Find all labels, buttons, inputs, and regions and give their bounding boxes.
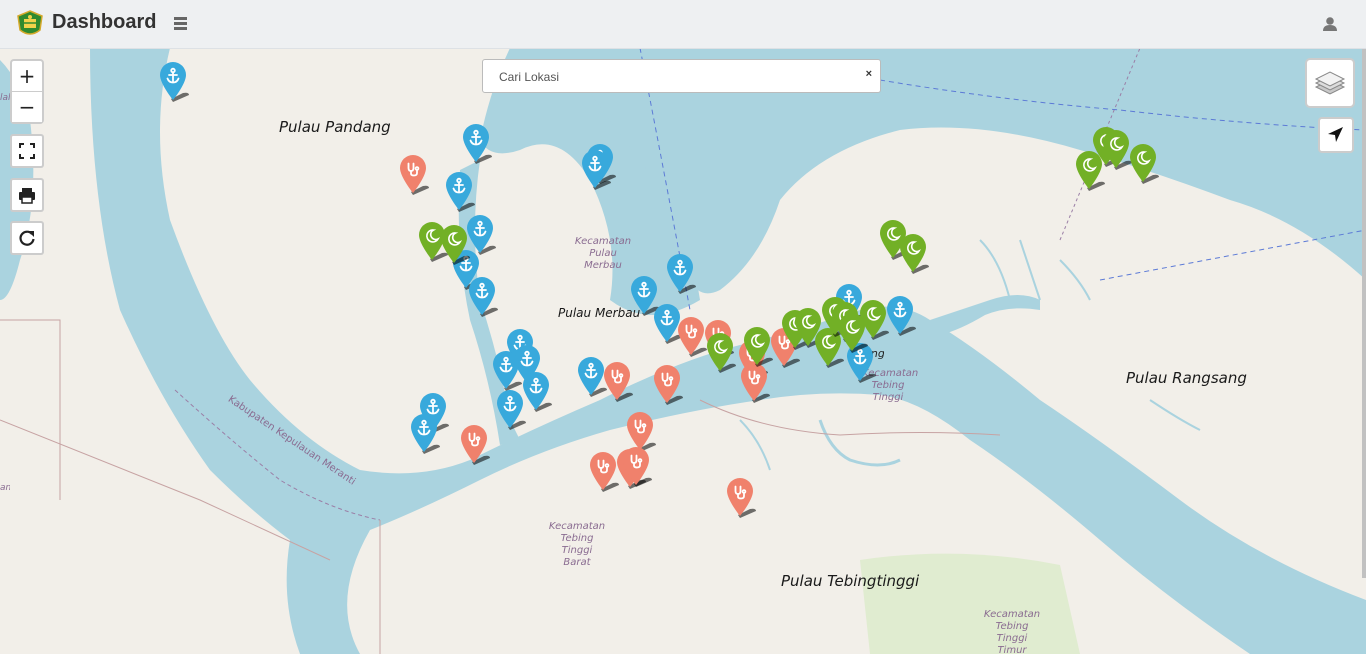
- locate-button[interactable]: [1318, 117, 1354, 153]
- top-navbar: Dashboard: [0, 0, 1366, 49]
- health-marker[interactable]: [460, 425, 490, 465]
- zoom-out-button[interactable]: −: [12, 92, 42, 122]
- zoom-control: + −: [10, 59, 44, 124]
- health-marker[interactable]: [740, 363, 770, 403]
- mosque-marker[interactable]: [706, 333, 736, 373]
- mosque-marker[interactable]: [1129, 144, 1159, 184]
- page-scrollbar[interactable]: [1362, 48, 1366, 578]
- health-marker[interactable]: [589, 452, 619, 492]
- location-arrow-icon: [1328, 127, 1343, 142]
- layers-button[interactable]: [1305, 58, 1355, 108]
- mosque-marker[interactable]: [743, 327, 773, 367]
- print-button[interactable]: [10, 178, 44, 212]
- harbor-marker[interactable]: [522, 372, 552, 412]
- map-view[interactable]: Pulau Pandang Pulau Merbau Pulau Rangsan…: [0, 48, 1366, 654]
- search-input[interactable]: [493, 62, 841, 92]
- district-label: Kecamatan Tebing Tinggi Timur: [983, 609, 1041, 654]
- refresh-button[interactable]: [10, 221, 44, 255]
- harbor-marker[interactable]: [577, 357, 607, 397]
- health-marker[interactable]: [622, 447, 652, 487]
- search-clear-button[interactable]: ×: [866, 68, 872, 80]
- regency-logo-icon[interactable]: [16, 10, 44, 38]
- harbor-marker[interactable]: [466, 215, 496, 255]
- fullscreen-button[interactable]: [10, 134, 44, 168]
- harbor-marker[interactable]: [581, 150, 611, 190]
- partial-label: an: [0, 483, 10, 493]
- hamburger-menu-icon[interactable]: [174, 15, 192, 33]
- mosque-marker[interactable]: [440, 225, 470, 265]
- harbor-marker[interactable]: [410, 414, 440, 454]
- health-marker[interactable]: [677, 317, 707, 357]
- place-label: Pulau Tebingtinggi: [781, 572, 920, 590]
- harbor-marker[interactable]: [462, 124, 492, 164]
- user-icon[interactable]: [1320, 14, 1340, 34]
- place-label: Pulau Merbau: [558, 306, 641, 320]
- health-marker[interactable]: [603, 362, 633, 402]
- health-marker[interactable]: [653, 365, 683, 405]
- health-marker[interactable]: [399, 155, 429, 195]
- mosque-marker[interactable]: [859, 300, 889, 340]
- location-search: ×: [482, 59, 881, 93]
- health-marker[interactable]: [726, 478, 756, 518]
- place-label: Pulau Pandang: [279, 118, 391, 136]
- harbor-marker[interactable]: [666, 254, 696, 294]
- harbor-marker[interactable]: [159, 62, 189, 102]
- layers-icon: [1314, 71, 1346, 95]
- app-title[interactable]: Dashboard: [52, 11, 156, 34]
- fullscreen-icon: [19, 143, 35, 159]
- harbor-marker[interactable]: [492, 351, 522, 391]
- zoom-in-button[interactable]: +: [12, 61, 42, 92]
- printer-icon: [19, 188, 35, 204]
- harbor-marker[interactable]: [445, 172, 475, 212]
- mosque-marker[interactable]: [899, 234, 929, 274]
- district-label: Kecamatan Pulau Merbau: [574, 236, 632, 271]
- harbor-marker[interactable]: [468, 277, 498, 317]
- health-marker[interactable]: [626, 412, 656, 452]
- district-label: Kecamatan Tebing Tinggi Barat: [548, 521, 606, 568]
- refresh-icon: [19, 230, 35, 246]
- mosque-marker[interactable]: [1102, 130, 1132, 170]
- place-label: Pulau Rangsang: [1126, 369, 1247, 387]
- harbor-marker[interactable]: [886, 296, 916, 336]
- harbor-marker[interactable]: [496, 390, 526, 430]
